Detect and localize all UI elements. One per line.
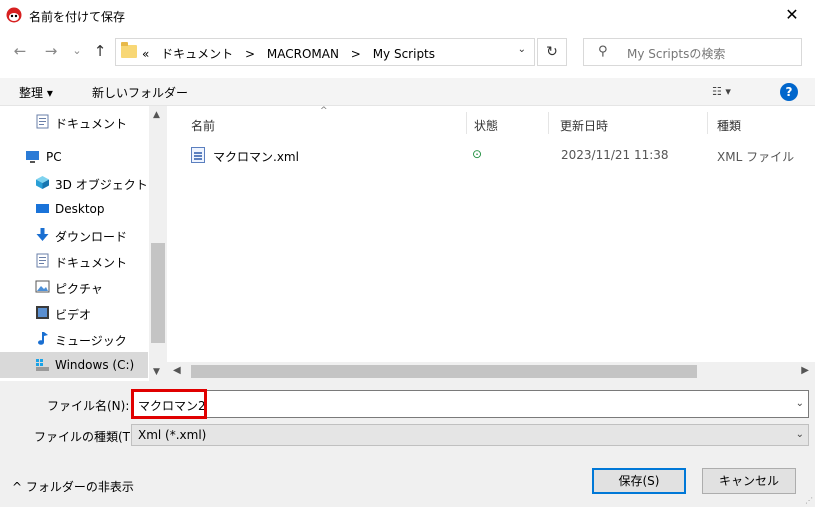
search-icon: ⚲ bbox=[598, 44, 608, 59]
sidebar-item-label: ドキュメント bbox=[55, 256, 128, 270]
scroll-up-icon[interactable]: ▲ bbox=[153, 110, 160, 120]
breadcrumb-item[interactable]: MACROMAN bbox=[267, 47, 339, 61]
breadcrumb-overflow[interactable]: « bbox=[142, 47, 149, 61]
sidebar-item-label: ピクチャ bbox=[55, 282, 103, 296]
sidebar-item-label: ミュージック bbox=[55, 334, 127, 348]
chevron-down-icon[interactable]: ⌄ bbox=[796, 429, 804, 440]
xml-file-icon bbox=[191, 147, 205, 163]
title-bar: 名前を付けて保存 ✕ bbox=[0, 0, 815, 30]
save-as-dialog: 名前を付けて保存 ✕ ← → ⌄ ↑ « ドキュメント > MACROMAN >… bbox=[0, 0, 815, 507]
desktop-icon bbox=[36, 204, 49, 213]
sidebar-item-label: Desktop bbox=[55, 202, 105, 216]
document-icon bbox=[36, 114, 49, 129]
window-title: 名前を付けて保存 bbox=[29, 10, 126, 24]
file-type: XML ファイル bbox=[717, 150, 795, 164]
search-input[interactable]: ⚲ My Scriptsの検索 bbox=[583, 38, 802, 66]
address-bar[interactable]: « ドキュメント > MACROMAN > My Scripts ⌄ bbox=[115, 38, 535, 66]
table-row[interactable]: マクロマン.xml ⊙ 2023/11/21 11:38 XML ファイル bbox=[189, 144, 815, 166]
back-button[interactable]: ← bbox=[9, 40, 31, 62]
scroll-left-icon[interactable]: ◀ bbox=[173, 365, 181, 376]
video-icon bbox=[36, 306, 49, 319]
navigation-pane: ドキュメント PC 3D オブジェクト Desktop ダウンロード ドキュメン… bbox=[0, 106, 167, 381]
filename-value: マクロマン2 bbox=[138, 399, 206, 413]
column-divider[interactable] bbox=[466, 112, 467, 134]
new-folder-button[interactable]: 新しいフォルダー bbox=[92, 84, 188, 101]
cube-icon bbox=[36, 176, 49, 189]
sidebar-item-label: ビデオ bbox=[55, 308, 92, 322]
pc-icon bbox=[26, 151, 39, 163]
column-header-status[interactable]: 状態 bbox=[474, 117, 498, 134]
folder-icon bbox=[121, 42, 137, 58]
file-list-scrollbar[interactable]: ◀ ▶ bbox=[167, 362, 815, 381]
filetype-select[interactable]: Xml (*.xml) ⌄ bbox=[131, 424, 809, 446]
forward-button[interactable]: → bbox=[40, 40, 62, 62]
scrollbar-thumb[interactable] bbox=[191, 365, 697, 378]
view-options-icon[interactable]: ☷ ▾ bbox=[712, 85, 731, 98]
sidebar-item-3d-objects[interactable]: 3D オブジェクト bbox=[0, 170, 148, 196]
chevron-down-icon[interactable]: ⌄ bbox=[796, 398, 804, 409]
filetype-value: Xml (*.xml) bbox=[138, 428, 207, 442]
search-placeholder: My Scriptsの検索 bbox=[627, 47, 726, 61]
scroll-right-icon[interactable]: ▶ bbox=[801, 365, 809, 376]
breadcrumb-item[interactable]: ドキュメント bbox=[161, 47, 233, 61]
refresh-button[interactable]: ↻ bbox=[537, 38, 567, 66]
navigation-bar: ← → ⌄ ↑ « ドキュメント > MACROMAN > My Scripts… bbox=[0, 36, 815, 68]
address-dropdown-icon[interactable]: ⌄ bbox=[518, 44, 526, 55]
sidebar-item-desktop[interactable]: Desktop bbox=[0, 196, 148, 222]
breadcrumb-item[interactable]: My Scripts bbox=[373, 47, 435, 61]
sidebar-item-pc[interactable]: PC bbox=[0, 144, 148, 170]
organize-menu[interactable]: 整理 ▾ bbox=[19, 84, 53, 101]
drive-icon bbox=[36, 359, 49, 371]
recent-locations-button[interactable]: ⌄ bbox=[66, 40, 88, 62]
sidebar-item-label: PC bbox=[46, 150, 62, 164]
sidebar-item-music[interactable]: ミュージック bbox=[0, 326, 148, 352]
file-modified: 2023/11/21 11:38 bbox=[561, 148, 669, 162]
save-button[interactable]: 保存(S) bbox=[592, 468, 686, 494]
sidebar-item-label: 3D オブジェクト bbox=[55, 178, 148, 192]
scrollbar-thumb[interactable] bbox=[151, 243, 165, 343]
sidebar-scrollbar[interactable]: ▲ ▼ bbox=[149, 106, 167, 381]
breadcrumb: « ドキュメント > MACROMAN > My Scripts bbox=[142, 45, 443, 62]
filename-input[interactable]: マクロマン2 ⌄ bbox=[131, 390, 809, 418]
column-divider[interactable] bbox=[707, 112, 708, 134]
sort-indicator-icon: ^ bbox=[320, 106, 328, 116]
sidebar-item-label: ドキュメント bbox=[55, 117, 128, 131]
hide-folders-button[interactable]: ^ フォルダーの非表示 bbox=[12, 478, 134, 495]
app-icon bbox=[6, 7, 22, 23]
download-icon bbox=[36, 228, 49, 241]
picture-icon bbox=[35, 280, 50, 293]
breadcrumb-separator[interactable]: > bbox=[245, 47, 255, 61]
sidebar-item-downloads[interactable]: ダウンロード bbox=[0, 222, 148, 248]
file-list: ^ 名前 状態 更新日時 種類 マクロマン.xml ⊙ 2023/11/21 1… bbox=[167, 106, 815, 362]
scroll-down-icon[interactable]: ▼ bbox=[153, 367, 160, 377]
sidebar-item-documents[interactable]: ドキュメント bbox=[0, 248, 148, 274]
document-icon bbox=[36, 253, 49, 268]
column-header-name[interactable]: 名前 bbox=[191, 117, 215, 134]
sidebar-item-windows-c[interactable]: Windows (C:) bbox=[0, 352, 148, 378]
column-header-type[interactable]: 種類 bbox=[717, 117, 741, 134]
file-name: マクロマン.xml bbox=[213, 150, 299, 164]
command-bar: 整理 ▾ 新しいフォルダー ☷ ▾ ? bbox=[0, 78, 815, 106]
sidebar-item-videos[interactable]: ビデオ bbox=[0, 300, 148, 326]
sync-status-icon: ⊙ bbox=[472, 147, 483, 161]
cancel-button[interactable]: キャンセル bbox=[702, 468, 796, 494]
filetype-label: ファイルの種類(T): bbox=[34, 430, 139, 444]
sidebar-item-label: ダウンロード bbox=[55, 230, 128, 244]
sidebar-item-label: Windows (C:) bbox=[55, 358, 135, 372]
column-header-modified[interactable]: 更新日時 bbox=[560, 117, 608, 134]
help-icon[interactable]: ? bbox=[780, 83, 798, 101]
resize-grip-icon[interactable]: ⋰ bbox=[805, 496, 813, 505]
music-icon bbox=[38, 332, 48, 345]
up-button[interactable]: ↑ bbox=[89, 40, 111, 62]
breadcrumb-separator[interactable]: > bbox=[351, 47, 361, 61]
column-divider[interactable] bbox=[548, 112, 549, 134]
close-button[interactable]: ✕ bbox=[769, 0, 815, 30]
sidebar-item-documents[interactable]: ドキュメント bbox=[0, 109, 148, 135]
sidebar-item-pictures[interactable]: ピクチャ bbox=[0, 274, 148, 300]
filename-label: ファイル名(N): bbox=[47, 399, 130, 413]
